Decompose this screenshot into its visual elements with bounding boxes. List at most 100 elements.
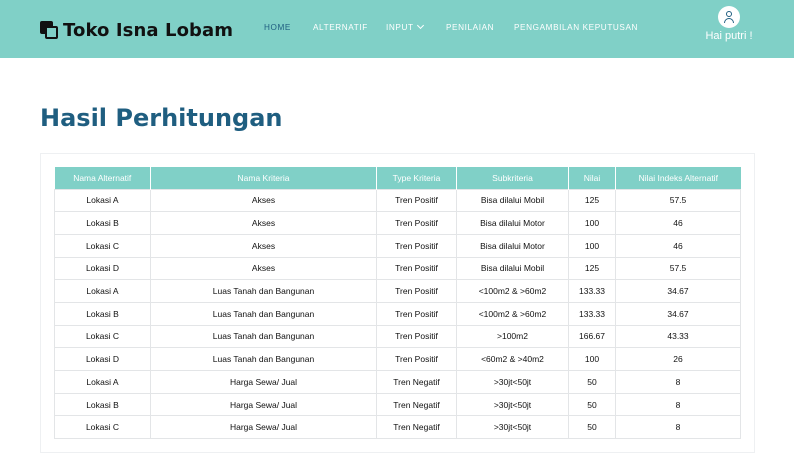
table-cell: Luas Tanah dan Bangunan [150,301,377,326]
table-cell: Tren Positif [376,301,457,326]
table-cell: 26 [615,347,741,371]
brand-name: Toko Isna Lobam [63,19,234,41]
table-cell: Bisa dilalui Motor [456,211,569,235]
table-cell: Akses [150,188,377,213]
table-cell: <60m2 & >40m2 [456,347,569,371]
table-cell: 50 [568,370,616,394]
table-cell: Bisa dilalui Motor [456,233,569,258]
table-cell: Lokasi A [54,279,151,303]
column-header: Nama Kriteria [150,167,377,189]
table-cell: Akses [150,233,377,258]
table-cell: >30jt<50jt [456,392,569,417]
table-cell: 57.5 [615,256,741,281]
table-cell: 34.67 [615,301,741,326]
user-menu[interactable]: Hai putri ! [700,6,758,42]
column-header: Nilai [568,167,616,189]
table-cell: 133.33 [568,301,616,326]
table-cell: <100m2 & >60m2 [456,301,569,326]
table-cell: >30jt<50jt [456,370,569,394]
table-cell: Akses [150,256,377,281]
column-header: Nilai Indeks Alternatif [615,167,741,189]
table-cell: Lokasi D [54,347,151,371]
table-cell: 8 [615,370,741,394]
table-cell: Lokasi C [54,233,151,258]
table-row: Lokasi B Harga Sewa/ Jual Tren Negatif >30j… [54,392,741,417]
column-header: Type Kriteria [376,167,457,189]
table-cell: Luas Tanah dan Bangunan [150,347,377,371]
table-cell: Harga Sewa/ Jual [150,415,377,440]
nav-pengambilan-keputusan[interactable]: PENGAMBILAN KEPUTUSAN [514,23,638,32]
table-cell: Tren Negatif [376,392,457,417]
column-header: Nama Alternatif [54,167,151,189]
table-cell: 43.33 [615,324,741,349]
table-cell: 100 [568,233,616,258]
table-row: Lokasi D Akses Tren Positif Bisa dilalui Mo… [54,256,741,281]
table-row: Lokasi A Akses Tren Positif Bisa dilalui Mo… [54,188,741,213]
table-cell: Tren Positif [376,279,457,303]
table-cell: Tren Positif [376,324,457,349]
table-cell: Luas Tanah dan Bangunan [150,324,377,349]
table-cell: Lokasi A [54,370,151,394]
table-row: Lokasi B Luas Tanah dan Bangunan Tren Posi… [54,301,741,326]
brand[interactable]: Toko Isna Lobam [40,18,233,42]
table-cell: Lokasi B [54,392,151,417]
table-header-row: Nama Alternatif Nama Kriteria Type Kriteri… [54,167,741,189]
table-cell: Tren Positif [376,347,457,371]
table-cell: 50 [568,415,616,440]
table-cell: 57.5 [615,188,741,213]
table-body: Lokasi A Akses Tren Positif Bisa dilalui Mo… [54,188,741,440]
user-icon[interactable] [718,6,740,28]
nav-penilaian[interactable]: PENILAIAN [446,23,494,32]
table-cell: <100m2 & >60m2 [456,279,569,303]
results-table: Nama Alternatif Nama Kriteria Type Kriteri… [54,167,741,440]
table-cell: >100m2 [456,324,569,349]
table-cell: 50 [568,392,616,417]
table-cell: Tren Positif [376,211,457,235]
chevron-down-icon [416,21,424,30]
table-row: Lokasi C Akses Tren Positif Bisa dilalui Mo… [54,233,741,258]
table-cell: Lokasi D [54,256,151,281]
table-cell: Lokasi C [54,415,151,440]
table-row: Lokasi D Luas Tanah dan Bangunan Tren Posi… [54,347,741,371]
nav-input-label: INPUT [386,23,414,32]
brand-logo-icon [40,20,59,40]
table-row: Lokasi B Akses Tren Positif Bisa dilalui Mo… [54,211,741,235]
table-cell: Tren Positif [376,256,457,281]
user-greeting: Hai putri ! [705,30,753,42]
table-cell: Bisa dilalui Mobil [456,188,569,213]
table-cell: Bisa dilalui Mobil [456,256,569,281]
table-row: Lokasi C Harga Sewa/ Jual Tren Negatif >30j… [54,415,741,440]
nav-input[interactable]: INPUT [386,21,424,32]
top-navbar: Toko Isna Lobam HOME ALTERNATIF INPUT PE… [0,0,794,58]
table-cell: Harga Sewa/ Jual [150,392,377,417]
table-cell: Lokasi B [54,211,151,235]
table-cell: 100 [568,347,616,371]
table-cell: Tren Positif [376,233,457,258]
table-cell: Luas Tanah dan Bangunan [150,279,377,303]
table-cell: Tren Negatif [376,415,457,440]
page-title: Hasil Perhitungan [40,104,283,132]
table-cell: >30jt<50jt [456,415,569,440]
table-cell: 125 [568,188,616,213]
nav-alternatif[interactable]: ALTERNATIF [313,23,368,32]
table-cell: 46 [615,233,741,258]
table-cell: Lokasi C [54,324,151,349]
table-cell: 166.67 [568,324,616,349]
column-header: Subkriteria [456,167,569,189]
table-cell: 125 [568,256,616,281]
table-cell: 8 [615,392,741,417]
table-cell: 34.67 [615,279,741,303]
table-cell: 133.33 [568,279,616,303]
table-cell: Lokasi A [54,188,151,213]
table-row: Lokasi A Luas Tanah dan Bangunan Tren Posi… [54,279,741,303]
table-cell: Tren Negatif [376,370,457,394]
table-row: Lokasi C Luas Tanah dan Bangunan Tren Posi… [54,324,741,349]
table-cell: 46 [615,211,741,235]
table-cell: Harga Sewa/ Jual [150,370,377,394]
table-row: Lokasi A Harga Sewa/ Jual Tren Negatif >30j… [54,370,741,394]
table-cell: Lokasi B [54,301,151,326]
table-cell: Akses [150,211,377,235]
table-cell: Tren Positif [376,188,457,213]
nav-home[interactable]: HOME [264,23,291,32]
table-cell: 100 [568,211,616,235]
